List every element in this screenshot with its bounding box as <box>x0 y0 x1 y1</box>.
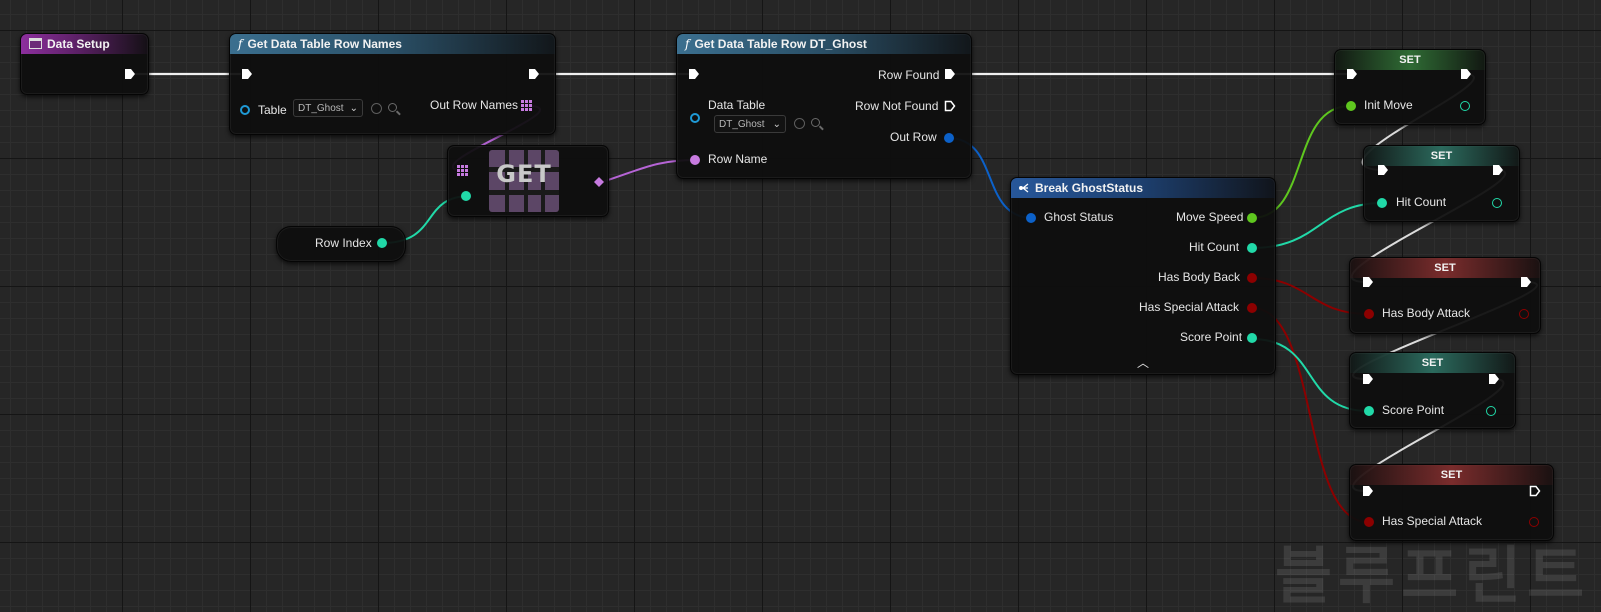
exec-out-pin[interactable] <box>1492 164 1504 176</box>
set-score-point-node[interactable]: SET <box>1349 352 1516 429</box>
move-speed-label: Move Speed <box>1176 210 1244 224</box>
score-point-label: Score Point <box>1180 330 1243 344</box>
function-icon: f <box>685 37 690 51</box>
table-dropdown[interactable]: DT_Ghost ⌄ <box>293 99 363 117</box>
set-hit-count-node[interactable]: SET <box>1363 145 1520 222</box>
ghost-status-in-pin[interactable] <box>1026 213 1036 223</box>
watermark: 블루프린트 <box>1275 539 1591 612</box>
node-title: Break GhostStatus <box>1035 181 1144 195</box>
score-point-out-pin[interactable] <box>1486 406 1496 416</box>
exec-in-pin[interactable] <box>1377 164 1389 176</box>
out-row-pin[interactable] <box>944 133 954 143</box>
get-row-names-node[interactable]: f Get Data Table Row Names <box>229 33 556 135</box>
hit-count-pin[interactable] <box>1247 243 1257 253</box>
has-special-attack-pin[interactable] <box>1247 303 1257 313</box>
hit-count-var-label: Hit Count <box>1396 195 1447 209</box>
has-body-attack-label: Has Body Attack <box>1382 306 1471 320</box>
has-body-attack-in-pin[interactable] <box>1364 309 1374 319</box>
node-header: Break GhostStatus <box>1011 178 1275 198</box>
get-node-label: GET <box>496 160 552 188</box>
init-move-pin[interactable] <box>1346 101 1356 111</box>
init-move-out-pin[interactable] <box>1460 101 1470 111</box>
has-body-back-pin[interactable] <box>1247 273 1257 283</box>
score-point-in-pin[interactable] <box>1364 406 1374 416</box>
exec-out-pin[interactable] <box>528 68 540 80</box>
init-move-label: Init Move <box>1364 98 1413 112</box>
exec-out-pin[interactable] <box>1529 485 1541 497</box>
row-not-found-label: Row Not Found <box>855 99 939 113</box>
node-header: f Get Data Table Row Names <box>230 34 555 54</box>
exec-out-pin[interactable] <box>1488 373 1500 385</box>
node-header: f Get Data Table Row DT_Ghost <box>677 34 971 54</box>
dropdown-value: DT_Ghost <box>298 103 344 114</box>
browse-back-icon[interactable] <box>371 103 382 114</box>
hit-count-out-pin[interactable] <box>1492 198 1502 208</box>
event-icon <box>29 38 42 49</box>
collapse-icon[interactable]: ︿ <box>1137 354 1149 371</box>
exec-in-pin[interactable] <box>688 68 700 80</box>
exec-in-pin[interactable] <box>1346 68 1358 80</box>
exec-in-pin[interactable] <box>241 68 253 80</box>
row-found-label: Row Found <box>878 68 940 82</box>
data-table-label: Data Table <box>708 98 766 112</box>
array-input-pin[interactable] <box>457 165 468 176</box>
index-input-pin[interactable] <box>461 191 471 201</box>
table-pin[interactable] <box>240 105 250 115</box>
exec-in-pin[interactable] <box>1362 373 1374 385</box>
node-header: Data Setup <box>21 34 148 54</box>
has-body-attack-out-pin[interactable] <box>1519 309 1529 319</box>
search-icon[interactable] <box>811 118 820 127</box>
node-title: Get Data Table Row Names <box>247 37 402 51</box>
out-row-names-label: Out Row Names <box>430 98 519 112</box>
node-header: SET <box>1350 465 1553 485</box>
chevron-down-icon: ⌄ <box>349 103 358 114</box>
exec-in-pin[interactable] <box>1362 485 1374 497</box>
has-body-back-label: Has Body Back <box>1158 270 1241 284</box>
out-row-label: Out Row <box>890 130 937 144</box>
set-init-move-node[interactable]: SET <box>1334 49 1486 125</box>
chevron-down-icon: ⌄ <box>772 119 781 130</box>
node-header: SET <box>1350 258 1540 278</box>
browse-back-icon[interactable] <box>794 118 805 129</box>
node-header: SET <box>1350 353 1515 373</box>
node-header: SET <box>1335 50 1485 70</box>
hit-count-label: Hit Count <box>1189 240 1240 254</box>
data-table-pin[interactable] <box>690 113 700 123</box>
out-name-pin[interactable] <box>594 177 604 187</box>
exec-out-pin[interactable] <box>124 68 136 80</box>
has-special-attack-label: Has Special Attack <box>1139 300 1240 314</box>
hit-count-in-pin[interactable] <box>1377 198 1387 208</box>
break-struct-icon <box>1019 183 1029 193</box>
has-special-attack-out-pin[interactable] <box>1529 517 1539 527</box>
dropdown-value: DT_Ghost <box>719 119 765 130</box>
data-table-dropdown[interactable]: DT_Ghost ⌄ <box>714 115 786 133</box>
score-point-var-label: Score Point <box>1382 403 1445 417</box>
row-name-pin[interactable] <box>690 155 700 165</box>
function-icon: f <box>238 37 243 51</box>
exec-out-pin[interactable] <box>1460 68 1472 80</box>
exec-in-pin[interactable] <box>1362 276 1374 288</box>
node-title: Get Data Table Row DT_Ghost <box>694 37 867 51</box>
array-pin[interactable] <box>521 100 532 111</box>
node-header: SET <box>1364 146 1519 166</box>
set-has-body-attack-node[interactable]: SET <box>1349 257 1541 334</box>
set-has-special-attack-node[interactable]: SET <box>1349 464 1554 541</box>
row-index-label: Row Index <box>315 236 372 250</box>
row-found-exec-pin[interactable] <box>944 68 956 80</box>
score-point-pin[interactable] <box>1247 333 1257 343</box>
node-title: Data Setup <box>47 37 110 51</box>
has-special-attack-var-label: Has Special Attack <box>1382 514 1483 528</box>
row-not-found-exec-pin[interactable] <box>944 100 956 112</box>
move-speed-pin[interactable] <box>1247 213 1257 223</box>
row-name-label: Row Name <box>708 152 768 166</box>
search-icon[interactable] <box>388 103 397 112</box>
exec-out-pin[interactable] <box>1520 276 1532 288</box>
ghost-status-label: Ghost Status <box>1044 210 1114 224</box>
data-setup-node[interactable]: Data Setup <box>20 33 149 95</box>
has-special-attack-in-pin[interactable] <box>1364 517 1374 527</box>
row-index-out-pin[interactable] <box>377 238 387 248</box>
table-label: Table <box>258 103 287 117</box>
